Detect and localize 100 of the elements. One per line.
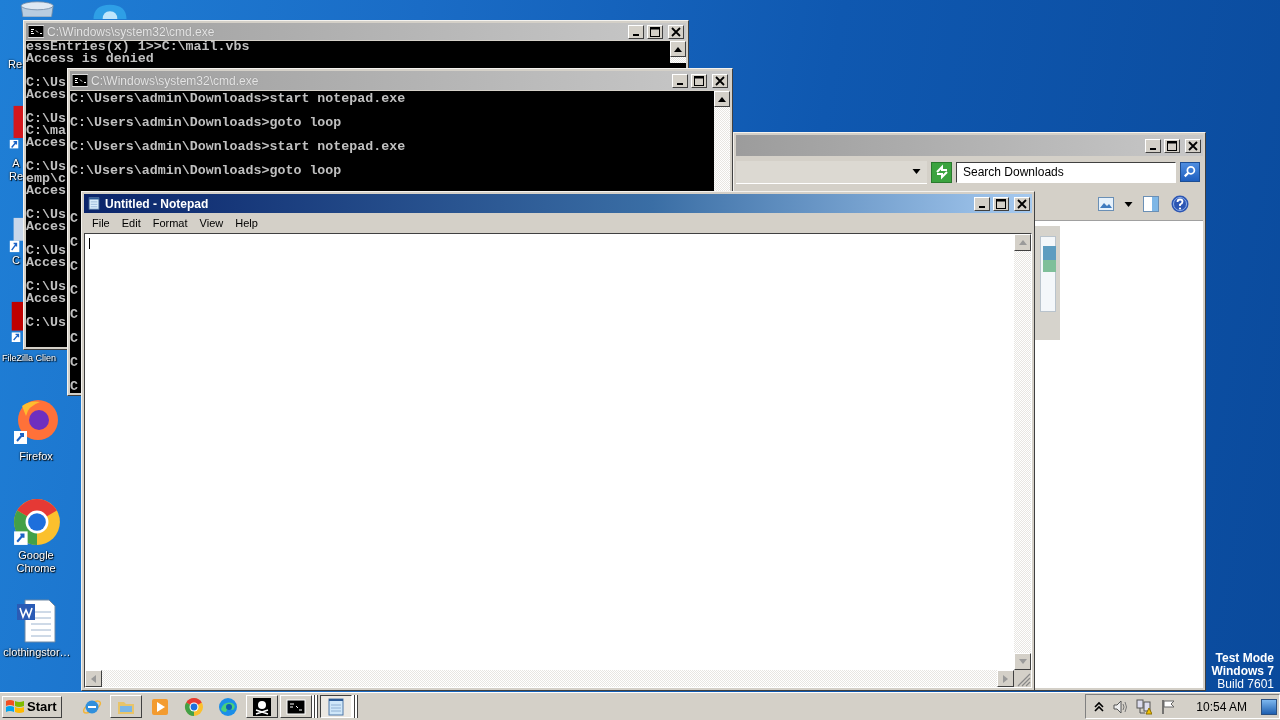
menu-item[interactable]: File	[86, 216, 116, 229]
browser-icon	[217, 696, 238, 717]
arrow-up-icon	[674, 46, 682, 52]
flag-icon[interactable]	[1160, 698, 1177, 715]
search-icon	[1183, 165, 1197, 179]
maximize-button[interactable]	[993, 196, 1009, 211]
console-line: C:\Users\admin\Downloads>goto loop	[70, 117, 342, 129]
resize-grip-icon[interactable]	[1014, 670, 1031, 687]
minimize-icon	[633, 33, 639, 36]
console-line: Access is denied	[26, 53, 154, 65]
close-button[interactable]	[1014, 196, 1030, 211]
clock[interactable]: 10:54 AM	[1196, 699, 1247, 714]
browser-icon[interactable]	[12, 497, 62, 547]
console-line: C:\Us	[26, 161, 66, 173]
console-line: C	[70, 237, 78, 249]
arrow-down-icon	[1018, 659, 1027, 664]
menu-item[interactable]: Help	[229, 216, 264, 229]
build-text: Build 7601	[1217, 678, 1274, 691]
console-line: C:\ma	[26, 125, 66, 137]
console-line: C:\Us	[26, 209, 66, 221]
minimize-button[interactable]	[974, 196, 990, 211]
address-field[interactable]	[736, 160, 927, 184]
console-line: Acces	[26, 293, 66, 305]
console-line: C:\Users\admin\Downloads>start notepad.exe	[70, 141, 406, 153]
close-icon	[1017, 198, 1027, 209]
test-mode-text: Test Mode	[1215, 652, 1274, 665]
menu-item[interactable]: Format	[146, 216, 194, 229]
console-line: C:\Users\admin\Downloads>goto loop	[70, 165, 342, 177]
scroll-down-button[interactable]	[1014, 653, 1031, 670]
console-icon	[285, 696, 306, 717]
console-line: C	[70, 357, 78, 369]
text-caret	[89, 238, 90, 249]
arrow-right-icon	[1003, 674, 1008, 683]
console-line: C	[70, 261, 78, 273]
horizontal-scrollbar[interactable]	[85, 670, 1014, 687]
play-icon	[149, 696, 170, 717]
caret-icon[interactable]	[1124, 201, 1133, 207]
console-line: C:\Us	[26, 281, 66, 293]
menu-item[interactable]: View	[193, 216, 230, 229]
start-button[interactable]: Start	[2, 695, 62, 718]
scroll-left-button[interactable]	[85, 670, 102, 687]
title-bar[interactable]: Untitled - Notepad	[84, 194, 1032, 213]
skull-icon	[251, 696, 272, 717]
console-line: emp\c	[26, 173, 66, 185]
icon-label: FileZilla Clien	[2, 352, 56, 365]
close-icon	[715, 75, 725, 86]
recycle-bin-icon[interactable]	[18, 1, 56, 17]
console-line: C	[70, 381, 78, 393]
vertical-scrollbar[interactable]	[1014, 234, 1031, 670]
console-line: Acces	[26, 257, 66, 269]
console-line: C	[70, 333, 78, 345]
icon-label: C	[12, 254, 20, 267]
arrow-up-icon	[718, 96, 726, 102]
vertical-scrollbar[interactable]	[670, 41, 686, 63]
console-line: Acces	[26, 185, 66, 197]
console-line: C	[70, 309, 78, 321]
icon-label: Re	[8, 170, 24, 183]
icon-label: Re	[7, 58, 23, 71]
close-icon	[1188, 140, 1198, 151]
scroll-right-button[interactable]	[997, 670, 1014, 687]
chevron-up-icon[interactable]	[1094, 700, 1105, 713]
windows-logo-icon	[5, 697, 25, 716]
scroll-up-button[interactable]	[714, 91, 730, 107]
console-line: C	[70, 213, 78, 225]
caret-icon[interactable]	[912, 169, 921, 174]
show-desktop-button[interactable]	[1261, 698, 1277, 715]
search-field[interactable]: Search Downloads	[956, 161, 1176, 183]
window-title: Untitled - Notepad	[105, 196, 209, 211]
test-mode-text: Windows 7	[1211, 665, 1274, 678]
menu-item[interactable]: Edit	[115, 216, 147, 229]
vertical-scrollbar[interactable]	[714, 91, 730, 191]
icon-label: A	[12, 157, 20, 170]
maximize-icon	[996, 198, 1006, 209]
network-warning-icon[interactable]	[1136, 698, 1153, 715]
speaker-icon[interactable]	[1112, 698, 1129, 715]
search-button[interactable]	[1180, 162, 1200, 182]
maximize-icon	[650, 26, 660, 37]
console-icon	[72, 74, 88, 87]
icon-label: clothingstor…	[3, 646, 71, 659]
minimize-icon	[677, 82, 683, 85]
notepad-icon	[325, 696, 346, 717]
preview-pane-icon[interactable]	[1143, 196, 1159, 212]
console-line: Acces	[26, 221, 66, 233]
notepad-icon	[86, 197, 102, 210]
console-line: Acces	[26, 89, 66, 101]
console-icon	[28, 25, 44, 38]
arrow-left-icon	[91, 674, 96, 683]
window-title: C:\Windows\system32\cmd.exe	[47, 24, 215, 39]
help-icon[interactable]	[1171, 195, 1189, 213]
icon-label: Firefox	[19, 450, 53, 463]
console-line: C:\Users\admin\Downloads>start notepad.exe	[70, 93, 406, 105]
file-thumbnail[interactable]	[1039, 236, 1056, 312]
console-line: C:\Us	[26, 113, 66, 125]
refresh-button[interactable]	[931, 161, 952, 183]
view-icon[interactable]	[1098, 196, 1114, 212]
scroll-up-button[interactable]	[670, 41, 686, 57]
browser-icon[interactable]	[12, 398, 60, 446]
scroll-up-button[interactable]	[1014, 234, 1031, 251]
console-line: C:\Us	[26, 77, 66, 89]
console-line: essEntries(x) 1>>C:\mail.vbs	[26, 41, 250, 53]
